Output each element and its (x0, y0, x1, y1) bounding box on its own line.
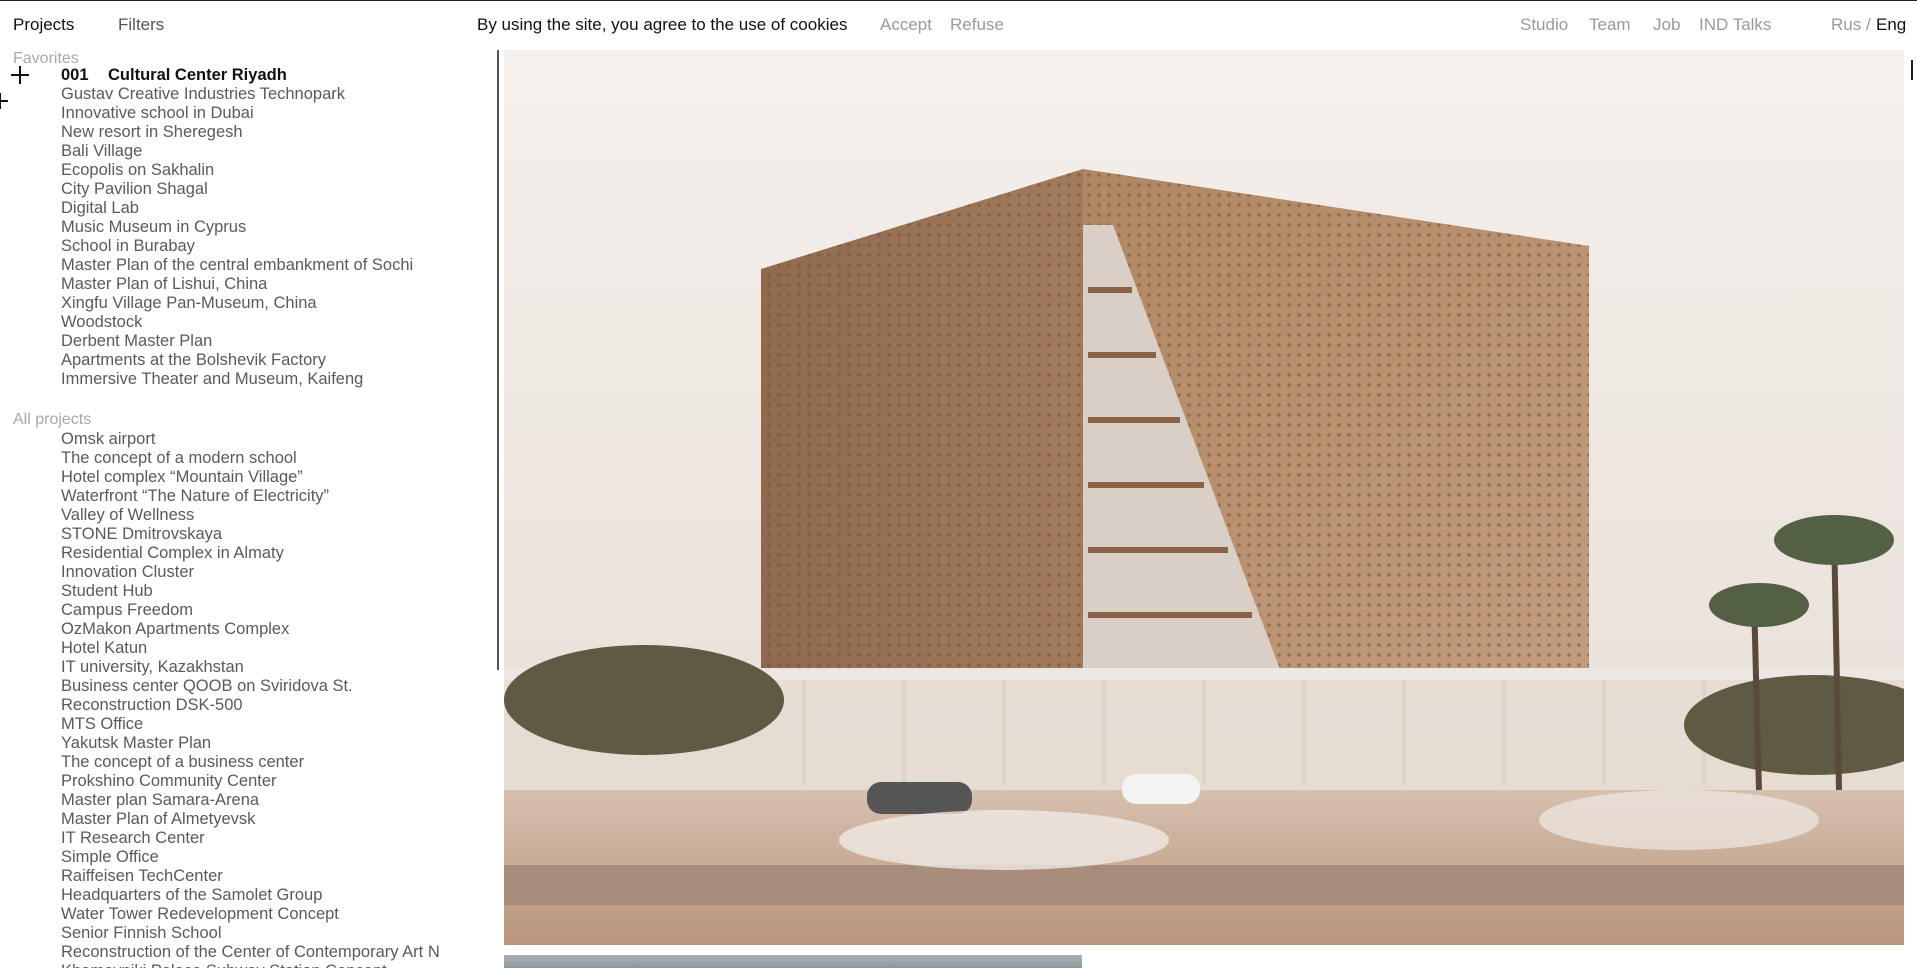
project-list-item[interactable]: Hotel Katun (61, 639, 440, 658)
plus-icon (0, 93, 8, 109)
project-list-item[interactable]: Reconstruction DSK-500 (61, 696, 440, 715)
project-list-item[interactable]: Valley of Wellness (61, 506, 440, 525)
favorite-project-item[interactable]: School in Burabay (61, 237, 413, 256)
project-title: Xingfu Village Pan-Museum, China (61, 294, 317, 312)
project-list-item[interactable]: OzMakon Apartments Complex (61, 620, 440, 639)
cookie-notice: By using the site, you agree to the use … (477, 15, 848, 34)
favorite-project-item[interactable]: Apartments at the Bolshevik Factory (61, 351, 413, 370)
project-list-item[interactable]: Master Plan of Almetyevsk (61, 810, 440, 829)
project-list-item[interactable]: Master plan Samara-Arena (61, 791, 440, 810)
project-list-item[interactable]: Residential Complex in Almaty (61, 544, 440, 563)
favorite-project-item[interactable]: Master Plan of Lishui, China (61, 275, 413, 294)
project-list-item[interactable]: Campus Freedom (61, 601, 440, 620)
nav-job-link[interactable]: Job (1653, 15, 1680, 35)
project-title: New resort in Sheregesh (61, 123, 243, 141)
favorite-project-item[interactable]: Innovative school in Dubai (61, 104, 413, 123)
favorite-project-item[interactable]: Bali Village (61, 142, 413, 161)
cookie-accept-button[interactable]: Accept (880, 15, 932, 35)
project-list-item[interactable]: Raiffeisen TechCenter (61, 867, 440, 886)
nav-filters-link[interactable]: Filters (118, 15, 164, 35)
lang-eng-link[interactable]: Eng (1876, 15, 1906, 35)
project-title: Gustav Creative Industries Technopark (61, 85, 346, 103)
project-title: Master Plan of the central embankment of… (61, 256, 414, 274)
favorite-project-item[interactable]: New resort in Sheregesh (61, 123, 413, 142)
project-title: Ecopolis on Sakhalin (61, 161, 215, 179)
plus-icon[interactable] (11, 66, 29, 84)
project-number: 001 (61, 66, 89, 84)
nav-studio-link[interactable]: Studio (1520, 15, 1568, 35)
project-title: School in Burabay (61, 237, 195, 255)
lang-rus-link[interactable]: Rus (1831, 15, 1861, 35)
favorite-project-item[interactable]: Immersive Theater and Museum, Kaifeng (61, 370, 413, 389)
projects-sidebar: Favorites 001 Cultural Center Riyadh Gusta… (0, 50, 495, 968)
project-title: Digital Lab (61, 199, 139, 217)
favorites-list: 001 Cultural Center Riyadh Gustav Creative… (61, 66, 413, 389)
project-list-item[interactable]: STONE Dmitrovskaya (61, 525, 440, 544)
all-projects-list: Omsk airport The concept of a modern scho… (61, 430, 440, 968)
project-list-item[interactable]: Water Tower Redevelopment Concept (61, 905, 440, 924)
site-header: Projects Filters By using the site, you … (0, 0, 1917, 50)
project-list-item[interactable]: IT university, Kazakhstan (61, 658, 440, 677)
favorite-project-item[interactable]: Woodstock (61, 313, 413, 332)
favorite-project-item[interactable]: Derbent Master Plan (61, 332, 413, 351)
project-list-item[interactable]: Prokshino Community Center (61, 772, 440, 791)
project-list-item[interactable]: Business center QOOB on Sviridova St. (61, 677, 440, 696)
favorite-project-item[interactable]: Music Museum in Cyprus (61, 218, 413, 237)
all-projects-label: All projects (13, 411, 92, 428)
project-list-item[interactable]: Waterfront “The Nature of Electricity” (61, 487, 440, 506)
cookie-refuse-button[interactable]: Refuse (950, 15, 1004, 35)
project-list-item[interactable]: Headquarters of the Samolet Group (61, 886, 440, 905)
sidebar-scrollbar[interactable] (497, 50, 499, 670)
project-list-item[interactable]: Yakutsk Master Plan (61, 734, 440, 753)
project-list-item[interactable]: Innovation Cluster (61, 563, 440, 582)
project-title: Woodstock (61, 313, 143, 331)
project-title: Master Plan of Lishui, China (61, 275, 268, 293)
project-title: Derbent Master Plan (61, 332, 213, 350)
project-list-item[interactable]: Hotel complex “Mountain Village” (61, 468, 440, 487)
project-title: Cultural Center Riyadh (108, 66, 287, 84)
project-list-item[interactable]: Khamovniki Palace Subway Station Concept (61, 962, 440, 968)
project-title: Immersive Theater and Museum, Kaifeng (61, 370, 364, 388)
nav-projects-link[interactable]: Projects (13, 15, 74, 35)
nav-ind-talks-link[interactable]: IND Talks (1699, 15, 1771, 35)
project-list-item[interactable]: Simple Office (61, 848, 440, 867)
building-rendering (504, 50, 1904, 945)
favorite-project-item[interactable]: Ecopolis on Sakhalin (61, 161, 413, 180)
project-title: Music Museum in Cyprus (61, 218, 247, 236)
project-title: Bali Village (61, 142, 143, 160)
project-title: City Pavilion Shagal (61, 180, 208, 198)
favorite-project-item[interactable]: 001 Cultural Center Riyadh (61, 66, 413, 85)
project-list-item[interactable]: The concept of a modern school (61, 449, 440, 468)
lang-separator: / (1866, 15, 1871, 34)
favorite-project-item[interactable]: Gustav Creative Industries Technopark (61, 85, 413, 104)
project-title: Innovative school in Dubai (61, 104, 254, 122)
project-list-item[interactable]: Omsk airport (61, 430, 440, 449)
favorite-project-item[interactable]: Xingfu Village Pan-Museum, China (61, 294, 413, 313)
project-list-item[interactable]: Student Hub (61, 582, 440, 601)
project-list-item[interactable]: Reconstruction of the Center of Contempo… (61, 943, 440, 962)
project-list-item[interactable]: MTS Office (61, 715, 440, 734)
favorite-project-item[interactable]: Master Plan of the central embankment of… (61, 256, 413, 275)
project-hero-image[interactable] (504, 50, 1904, 945)
next-project-thumbnail[interactable] (504, 955, 1082, 968)
favorite-project-item[interactable]: City Pavilion Shagal (61, 180, 413, 199)
text-cursor (1911, 60, 1913, 80)
project-list-item[interactable]: Senior Finnish School (61, 924, 440, 943)
favorite-project-item[interactable]: Digital Lab (61, 199, 413, 218)
project-title: Apartments at the Bolshevik Factory (61, 351, 327, 369)
project-list-item[interactable]: The concept of a business center (61, 753, 440, 772)
project-list-item[interactable]: IT Research Center (61, 829, 440, 848)
nav-team-link[interactable]: Team (1589, 15, 1631, 35)
